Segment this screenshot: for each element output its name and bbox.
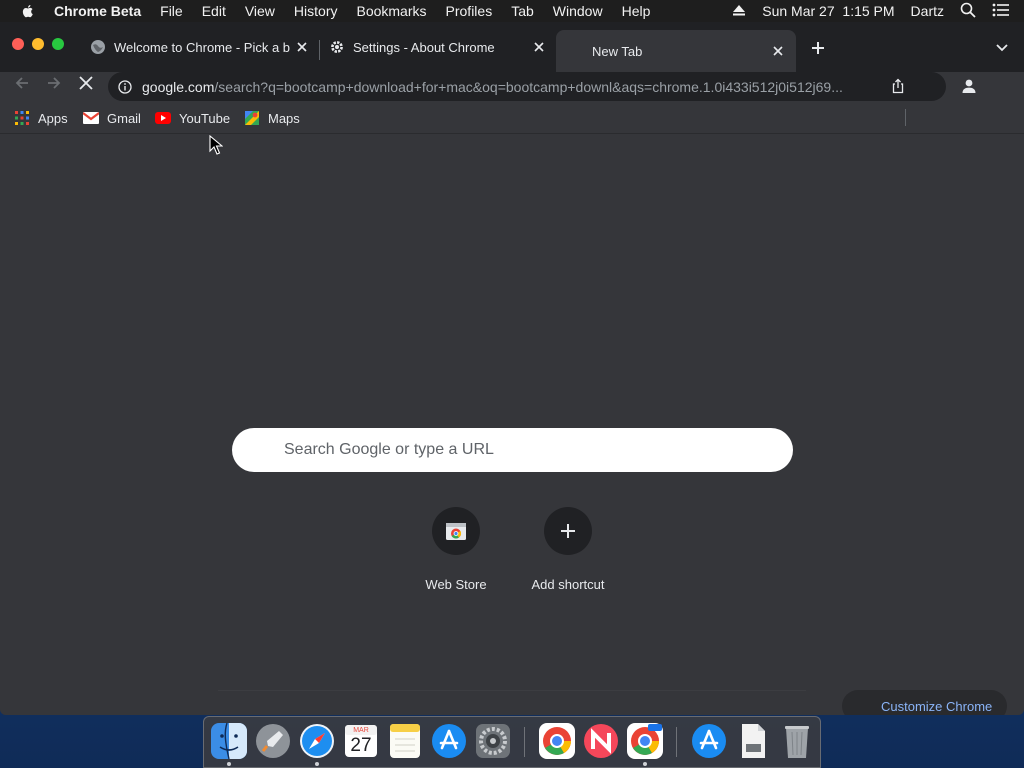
mouse-pointer-icon [209, 134, 224, 155]
chrome-beta-icon[interactable] [626, 722, 664, 766]
safari-icon[interactable] [298, 722, 336, 766]
bookmark-youtube[interactable]: YouTube [155, 108, 230, 128]
menu-file[interactable]: File [160, 3, 183, 19]
url-text[interactable]: google.com/search?q=bootcamp+download+fo… [142, 79, 880, 95]
calendar-icon[interactable]: MAR 27 [342, 722, 380, 760]
forward-button[interactable] [43, 72, 65, 94]
back-button[interactable] [11, 72, 33, 94]
site-info-icon[interactable] [118, 79, 134, 95]
apple-icon[interactable] [20, 3, 36, 19]
system-preferences-icon[interactable] [474, 722, 512, 760]
bookmarks-bar: Apps Gmail YouTube Maps [0, 102, 1024, 134]
shortcut-label: Add shortcut [531, 577, 605, 592]
bookmark-label: Gmail [107, 110, 141, 126]
minimize-window-button[interactable] [32, 38, 44, 50]
gear-icon [329, 39, 345, 55]
youtube-icon [155, 110, 171, 126]
spotlight-icon[interactable] [960, 2, 976, 21]
menu-history[interactable]: History [294, 3, 338, 19]
close-window-button[interactable] [12, 38, 24, 50]
globe-icon [90, 39, 106, 55]
tab-search-chevron-icon[interactable] [992, 38, 1012, 58]
menu-app-name[interactable]: Chrome Beta [54, 3, 141, 19]
dock-separator [676, 727, 677, 757]
running-indicator [227, 762, 231, 766]
calendar-month: MAR [353, 727, 369, 734]
trash-icon[interactable] [778, 722, 816, 760]
tab-title: New Tab [592, 43, 643, 59]
bookmark-label: YouTube [179, 110, 231, 126]
shortcut-add[interactable]: Add shortcut [512, 507, 624, 592]
ntp-footer-divider [218, 690, 806, 691]
news-icon[interactable] [582, 722, 620, 760]
url-path: /search?q=bootcamp+download+for+mac&oq=b… [214, 78, 843, 95]
launchpad-icon[interactable] [254, 722, 292, 760]
new-tab-page: Web Store Add shortcut Customize Chrome [0, 135, 1024, 715]
close-tab-icon[interactable] [294, 39, 310, 55]
stop-loading-button[interactable] [75, 72, 97, 94]
macos-menu-bar: Chrome Beta File Edit View History Bookm… [0, 0, 1024, 22]
ntp-search-box[interactable] [232, 428, 793, 472]
finder-icon[interactable] [210, 722, 248, 766]
bookmark-gmail[interactable]: Gmail [83, 108, 141, 128]
bookmark-label: Apps [38, 110, 68, 126]
apps-grid-icon [14, 110, 30, 126]
chrome-icon[interactable] [538, 722, 576, 760]
control-center-icon[interactable] [992, 3, 1010, 20]
new-tab-button[interactable] [808, 38, 828, 58]
calendar-day: 27 [350, 735, 372, 756]
url-host: google.com [142, 78, 215, 95]
bookmark-apps[interactable]: Apps [14, 108, 68, 128]
menu-profiles[interactable]: Profiles [446, 3, 493, 19]
applications-folder-icon[interactable] [690, 722, 728, 760]
bookmark-label: Maps [268, 110, 300, 126]
menubar-user[interactable]: Dartz [911, 3, 944, 19]
dock-separator [524, 727, 525, 757]
menu-view[interactable]: View [245, 3, 275, 19]
profile-avatar-icon[interactable] [958, 75, 980, 97]
tab-separator [319, 40, 320, 60]
close-tab-icon[interactable] [531, 39, 547, 55]
bookmark-maps[interactable]: Maps [244, 108, 300, 128]
running-indicator [643, 762, 647, 766]
menu-bookmarks[interactable]: Bookmarks [356, 3, 426, 19]
tab-settings[interactable]: Settings - About Chrome [321, 32, 553, 62]
running-indicator [315, 762, 319, 766]
close-tab-icon[interactable] [770, 43, 786, 59]
customize-chrome-button[interactable]: Customize Chrome [842, 690, 1007, 715]
address-bar[interactable]: google.com/search?q=bootcamp+download+fo… [108, 72, 946, 101]
tab-strip: Welcome to Chrome - Pick a b Settings - … [0, 22, 1024, 72]
zoom-window-button[interactable] [52, 38, 64, 50]
downloads-stack-icon[interactable] [734, 722, 772, 760]
ntp-search-input[interactable] [284, 441, 764, 459]
gmail-icon [83, 110, 99, 126]
app-store-icon[interactable] [430, 722, 468, 760]
plus-icon [544, 507, 592, 555]
macos-dock: MAR 27 [203, 716, 821, 768]
share-icon[interactable] [890, 78, 906, 94]
tab-title: Welcome to Chrome - Pick a b [114, 39, 290, 55]
web-store-icon [432, 507, 480, 555]
menu-edit[interactable]: Edit [202, 3, 226, 19]
shortcut-web-store[interactable]: Web Store [400, 507, 512, 592]
tab-welcome[interactable]: Welcome to Chrome - Pick a b [82, 32, 316, 62]
notes-icon[interactable] [386, 722, 424, 760]
bookmarks-divider [905, 109, 906, 126]
tab-new-tab[interactable]: New Tab [556, 30, 796, 72]
shortcut-label: Web Store [425, 577, 487, 592]
chrome-window: Welcome to Chrome - Pick a b Settings - … [0, 22, 1024, 715]
menubar-clock[interactable]: Sun Mar 27 1:15 PM [762, 3, 894, 19]
tab-title: Settings - About Chrome [353, 39, 495, 55]
window-controls [12, 38, 72, 50]
menu-help[interactable]: Help [622, 3, 651, 19]
eject-icon[interactable] [732, 3, 746, 19]
maps-icon [244, 110, 260, 126]
menu-tab[interactable]: Tab [511, 3, 534, 19]
menu-window[interactable]: Window [553, 3, 603, 19]
